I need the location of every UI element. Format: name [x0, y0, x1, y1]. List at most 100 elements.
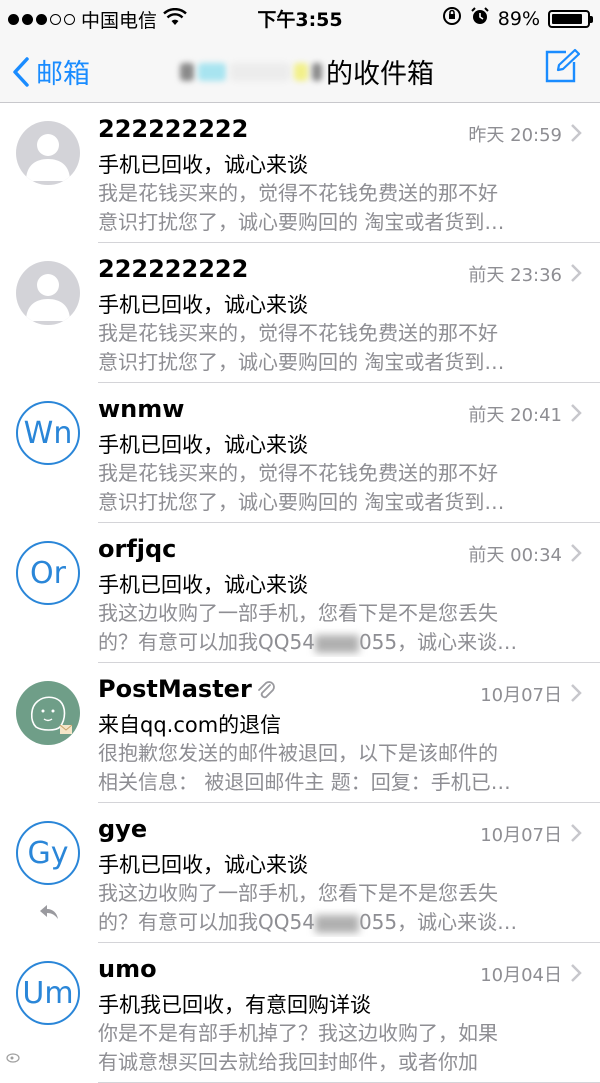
orientation-lock-icon [442, 6, 462, 31]
preview-line: 意识打扰您了，诚心要购回的 淘宝或者货到… [98, 490, 505, 514]
preview-line: 你是不是有部手机掉了？我这边收购了，如果 [98, 1021, 498, 1045]
carrier-info: 中国电信 [8, 6, 187, 33]
nav-bar: 邮箱 的收件箱 [0, 36, 600, 103]
mail-date: 10月04日 [480, 965, 562, 986]
mail-row[interactable]: Or orfjqc 前天 00:34 手机已回收，诚心来谈 我这边收购了一部手机… [0, 523, 600, 663]
sender-name: 222222222 [98, 115, 249, 143]
mail-date: 10月07日 [480, 825, 562, 846]
preview-text: 的？有意可以加我QQ54 [98, 910, 315, 934]
compose-icon [545, 48, 581, 83]
mail-subject: 手机我已回收，有意回购详谈 [98, 993, 371, 1017]
sender-name: gye [98, 815, 148, 843]
status-bar: 中国电信 下午3:55 89% [0, 0, 600, 36]
sender-name: wnmw [98, 395, 185, 423]
avatar [16, 121, 80, 185]
mail-subject: 手机已回收，诚心来谈 [98, 153, 308, 177]
back-button[interactable]: 邮箱 [12, 52, 90, 91]
back-chevron-icon [13, 56, 29, 87]
status-right: 89% [442, 6, 593, 31]
carrier-label: 中国电信 [81, 10, 158, 32]
avatar: Wn [16, 401, 80, 465]
signal-dots-icon [8, 14, 75, 25]
chevron-right-icon [571, 544, 582, 562]
mail-list: 222222222 昨天 20:59 手机已回收，诚心来谈 我是花钱买来的，觉得… [0, 103, 600, 1083]
mail-date: 前天 20:41 [468, 405, 562, 426]
preview-line: 有诚意想买回去就给我回封邮件，或者你加 [98, 1050, 478, 1074]
mail-subject: 手机已回收，诚心来谈 [98, 853, 308, 877]
sender-name: 222222222 [98, 255, 249, 283]
mail-preview: 我是花钱买来的，觉得不花钱免费送的那不好 意识打扰您了，诚心要购回的 淘宝或者货… [98, 459, 568, 517]
preview-line: 我是花钱买来的，觉得不花钱免费送的那不好 [98, 321, 498, 345]
redacted-mark [294, 62, 308, 81]
mail-row[interactable]: Um umo 10月04日 手机我已回收，有意回购详谈 你是不是有部手机掉了？我… [0, 943, 600, 1083]
avatar: Um [16, 961, 80, 1025]
back-label: 邮箱 [36, 59, 90, 90]
preview-line: 我这边收购了一部手机，您看下是不是您丢失 [98, 601, 498, 625]
battery-percent: 89% [497, 7, 540, 30]
person-silhouette-icon [26, 274, 70, 321]
preview-line: 相关信息： 被退回邮件主 题：回复：手机已… [98, 770, 511, 794]
mail-subject: 来自qq.com的退信 [98, 713, 282, 737]
mail-subject: 手机已回收，诚心来谈 [98, 433, 308, 457]
alarm-icon [470, 6, 490, 31]
preview-line: 的？有意可以加我QQ54 055，诚心来谈… [98, 628, 568, 657]
mail-preview: 我这边收购了一部手机，您看下是不是您丢失 的？有意可以加我QQ54 055，诚心来… [98, 599, 568, 657]
chevron-right-icon [571, 824, 582, 842]
mail-preview: 我这边收购了一部手机，您看下是不是您丢失 的？有意可以加我QQ54 055，诚心来… [98, 879, 568, 937]
person-silhouette-icon [26, 134, 70, 181]
redacted-mark [230, 62, 290, 81]
mail-row[interactable]: 222222222 昨天 20:59 手机已回收，诚心来谈 我是花钱买来的，觉得… [0, 103, 600, 243]
avatar [16, 681, 80, 745]
page-title-text: 的收件箱 [326, 59, 434, 90]
preview-line: 很抱歉您发送的邮件被退回，以下是该邮件的 [98, 741, 498, 765]
preview-line: 我这边收购了一部手机，您看下是不是您丢失 [98, 881, 498, 905]
redacted-mark [198, 62, 226, 81]
chevron-right-icon [571, 264, 582, 282]
avatar [16, 261, 80, 325]
redacted-mark [312, 62, 322, 81]
avatar: Gy [16, 821, 80, 885]
chevron-right-icon [571, 124, 582, 142]
weibo-logo-icon [6, 1053, 20, 1063]
battery-icon [548, 9, 593, 28]
mail-preview: 我是花钱买来的，觉得不花钱免费送的那不好 意识打扰您了，诚心要购回的 淘宝或者货… [98, 319, 568, 377]
mail-date: 10月07日 [480, 685, 562, 706]
chevron-right-icon [571, 684, 582, 702]
preview-text: 的？有意可以加我QQ54 [98, 630, 315, 654]
sender-name: umo [98, 955, 157, 983]
paperclip-icon [257, 681, 275, 699]
mail-row[interactable]: Wn wnmw 前天 20:41 手机已回收，诚心来谈 我是花钱买来的，觉得不花… [0, 383, 600, 523]
mail-row[interactable]: PostMaster 10月07日 来自qq.com的退信 很抱歉您发送的邮件被… [0, 663, 600, 803]
preview-line: 我是花钱买来的，觉得不花钱免费送的那不好 [98, 461, 498, 485]
redacted-mark [314, 914, 359, 933]
sender-name-text: PostMaster [98, 675, 252, 703]
mail-subject: 手机已回收，诚心来谈 [98, 293, 308, 317]
mail-row[interactable]: 222222222 前天 23:36 手机已回收，诚心来谈 我是花钱买来的，觉得… [0, 243, 600, 383]
mail-date: 前天 23:36 [468, 265, 562, 286]
chevron-right-icon [571, 964, 582, 982]
mail-row[interactable]: Gy gye 10月07日 手机已回收，诚心来谈 我这边收购了一部手机，您看下是… [0, 803, 600, 943]
mail-preview: 你是不是有部手机掉了？我这边收购了，如果 有诚意想买回去就给我回封邮件，或者你加 [98, 1019, 568, 1077]
postmaster-avatar-icon [30, 696, 73, 734]
mail-preview: 很抱歉您发送的邮件被退回，以下是该邮件的 相关信息： 被退回邮件主 题：回复：手… [98, 739, 568, 797]
compose-button[interactable] [544, 48, 581, 88]
mail-preview: 我是花钱买来的，觉得不花钱免费送的那不好 意识打扰您了，诚心要购回的 淘宝或者货… [98, 179, 568, 237]
redacted-mark [314, 634, 359, 653]
chevron-right-icon [571, 404, 582, 422]
watermark [6, 1050, 22, 1063]
preview-line: 的？有意可以加我QQ54 055，诚心来谈… [98, 908, 568, 937]
preview-text: 055，诚心来谈… [358, 910, 518, 934]
mail-date: 前天 00:34 [468, 545, 562, 566]
mail-subject: 手机已回收，诚心来谈 [98, 573, 308, 597]
preview-line: 我是花钱买来的，觉得不花钱免费送的那不好 [98, 181, 498, 205]
page-title: 的收件箱 [180, 52, 434, 91]
sender-name: orfjqc [98, 535, 177, 563]
sender-name: PostMaster [98, 675, 276, 703]
preview-line: 意识打扰您了，诚心要购回的 淘宝或者货到… [98, 350, 505, 374]
preview-line: 意识打扰您了，诚心要购回的 淘宝或者货到… [98, 210, 505, 234]
preview-text: 055，诚心来谈… [358, 630, 518, 654]
avatar: Or [16, 541, 80, 605]
redacted-mark [180, 62, 194, 81]
reply-arrow-icon [40, 905, 58, 919]
wifi-icon [163, 7, 187, 31]
